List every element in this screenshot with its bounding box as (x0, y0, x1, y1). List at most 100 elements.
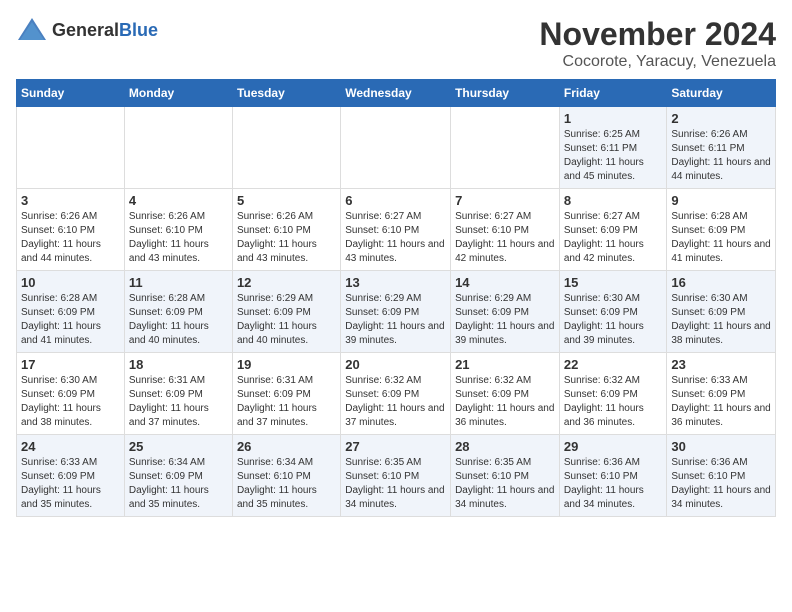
day-number: 16 (671, 275, 771, 290)
day-number: 24 (21, 439, 120, 454)
logo-general: General (52, 20, 119, 40)
day-content: Sunrise: 6:26 AM Sunset: 6:10 PM Dayligh… (237, 210, 336, 266)
calendar-cell (341, 107, 451, 189)
calendar-cell: 5Sunrise: 6:26 AM Sunset: 6:10 PM Daylig… (232, 189, 340, 271)
day-number: 23 (671, 357, 771, 372)
col-header-friday: Friday (559, 80, 667, 107)
day-content: Sunrise: 6:33 AM Sunset: 6:09 PM Dayligh… (671, 374, 771, 430)
day-content: Sunrise: 6:27 AM Sunset: 6:10 PM Dayligh… (345, 210, 446, 266)
calendar-cell: 6 Sunrise: 6:27 AM Sunset: 6:10 PM Daylig… (341, 189, 451, 271)
day-number: 18 (129, 357, 228, 372)
col-header-wednesday: Wednesday (341, 80, 451, 107)
day-number: 17 (21, 357, 120, 372)
day-content: Sunrise: 6:26 AM Sunset: 6:10 PM Dayligh… (21, 210, 120, 266)
calendar-cell: 3 Sunrise: 6:26 AM Sunset: 6:10 PM Daylig… (17, 189, 125, 271)
day-content: Sunrise: 6:29 AM Sunset: 6:09 PM Dayligh… (237, 292, 336, 348)
day-number: 12 (237, 275, 336, 290)
day-content: Sunrise: 6:36 AM Sunset: 6:10 PM Dayligh… (564, 456, 663, 512)
day-content: Sunrise: 6:34 AM Sunset: 6:09 PM Dayligh… (129, 456, 228, 512)
calendar-cell: 17Sunrise: 6:30 AM Sunset: 6:09 PM Dayli… (17, 353, 125, 435)
title-area: November 2024 Cocorote, Yaracuy, Venezue… (539, 16, 776, 71)
calendar-cell: 9 Sunrise: 6:28 AM Sunset: 6:09 PM Daylig… (667, 189, 776, 271)
day-content: Sunrise: 6:30 AM Sunset: 6:09 PM Dayligh… (564, 292, 663, 348)
calendar-cell: 14 Sunrise: 6:29 AM Sunset: 6:09 PM Dayli… (451, 271, 560, 353)
day-number: 9 (671, 193, 771, 208)
day-number: 20 (345, 357, 446, 372)
calendar-cell: 26Sunrise: 6:34 AM Sunset: 6:10 PM Dayli… (232, 435, 340, 517)
day-number: 11 (129, 275, 228, 290)
day-content: Sunrise: 6:27 AM Sunset: 6:10 PM Dayligh… (455, 210, 555, 266)
calendar-table: SundayMondayTuesdayWednesdayThursdayFrid… (16, 79, 776, 517)
calendar-cell: 23 Sunrise: 6:33 AM Sunset: 6:09 PM Dayli… (667, 353, 776, 435)
day-number: 29 (564, 439, 663, 454)
week-row-4: 24Sunrise: 6:33 AM Sunset: 6:09 PM Dayli… (17, 435, 776, 517)
logo-blue: Blue (119, 20, 158, 40)
day-number: 25 (129, 439, 228, 454)
calendar-cell: 20 Sunrise: 6:32 AM Sunset: 6:09 PM Dayli… (341, 353, 451, 435)
calendar-cell: 22Sunrise: 6:32 AM Sunset: 6:09 PM Dayli… (559, 353, 667, 435)
calendar-cell: 13 Sunrise: 6:29 AM Sunset: 6:09 PM Dayli… (341, 271, 451, 353)
day-number: 19 (237, 357, 336, 372)
day-number: 6 (345, 193, 446, 208)
col-header-tuesday: Tuesday (232, 80, 340, 107)
day-content: Sunrise: 6:35 AM Sunset: 6:10 PM Dayligh… (345, 456, 446, 512)
day-number: 30 (671, 439, 771, 454)
week-row-3: 17Sunrise: 6:30 AM Sunset: 6:09 PM Dayli… (17, 353, 776, 435)
calendar-cell: 16 Sunrise: 6:30 AM Sunset: 6:09 PM Dayli… (667, 271, 776, 353)
calendar-cell: 8 Sunrise: 6:27 AM Sunset: 6:09 PM Daylig… (559, 189, 667, 271)
subtitle: Cocorote, Yaracuy, Venezuela (539, 53, 776, 71)
day-number: 13 (345, 275, 446, 290)
day-number: 28 (455, 439, 555, 454)
day-content: Sunrise: 6:30 AM Sunset: 6:09 PM Dayligh… (671, 292, 771, 348)
col-header-thursday: Thursday (451, 80, 560, 107)
calendar-cell (17, 107, 125, 189)
calendar-cell: 11Sunrise: 6:28 AM Sunset: 6:09 PM Dayli… (124, 271, 232, 353)
day-content: Sunrise: 6:26 AM Sunset: 6:10 PM Dayligh… (129, 210, 228, 266)
day-content: Sunrise: 6:25 AM Sunset: 6:11 PM Dayligh… (564, 128, 663, 184)
calendar-cell: 1Sunrise: 6:25 AM Sunset: 6:11 PM Daylig… (559, 107, 667, 189)
day-content: Sunrise: 6:34 AM Sunset: 6:10 PM Dayligh… (237, 456, 336, 512)
day-content: Sunrise: 6:29 AM Sunset: 6:09 PM Dayligh… (345, 292, 446, 348)
calendar-cell: 25 Sunrise: 6:34 AM Sunset: 6:09 PM Dayli… (124, 435, 232, 517)
calendar-cell (232, 107, 340, 189)
calendar-cell: 19 Sunrise: 6:31 AM Sunset: 6:09 PM Dayli… (232, 353, 340, 435)
calendar-cell: 29 Sunrise: 6:36 AM Sunset: 6:10 PM Dayli… (559, 435, 667, 517)
week-row-1: 3 Sunrise: 6:26 AM Sunset: 6:10 PM Daylig… (17, 189, 776, 271)
day-content: Sunrise: 6:32 AM Sunset: 6:09 PM Dayligh… (455, 374, 555, 430)
calendar-cell: 4 Sunrise: 6:26 AM Sunset: 6:10 PM Daylig… (124, 189, 232, 271)
calendar-cell: 10Sunrise: 6:28 AM Sunset: 6:09 PM Dayli… (17, 271, 125, 353)
day-content: Sunrise: 6:36 AM Sunset: 6:10 PM Dayligh… (671, 456, 771, 512)
day-number: 8 (564, 193, 663, 208)
calendar-cell: 30 Sunrise: 6:36 AM Sunset: 6:10 PM Dayli… (667, 435, 776, 517)
day-content: Sunrise: 6:32 AM Sunset: 6:09 PM Dayligh… (345, 374, 446, 430)
day-content: Sunrise: 6:35 AM Sunset: 6:10 PM Dayligh… (455, 456, 555, 512)
calendar-cell: 24Sunrise: 6:33 AM Sunset: 6:09 PM Dayli… (17, 435, 125, 517)
calendar-cell: 27 Sunrise: 6:35 AM Sunset: 6:10 PM Dayli… (341, 435, 451, 517)
day-number: 4 (129, 193, 228, 208)
col-header-sunday: Sunday (17, 80, 125, 107)
day-content: Sunrise: 6:27 AM Sunset: 6:09 PM Dayligh… (564, 210, 663, 266)
col-header-monday: Monday (124, 80, 232, 107)
day-content: Sunrise: 6:29 AM Sunset: 6:09 PM Dayligh… (455, 292, 555, 348)
calendar-cell: 12 Sunrise: 6:29 AM Sunset: 6:09 PM Dayli… (232, 271, 340, 353)
day-content: Sunrise: 6:28 AM Sunset: 6:09 PM Dayligh… (671, 210, 771, 266)
week-row-2: 10Sunrise: 6:28 AM Sunset: 6:09 PM Dayli… (17, 271, 776, 353)
day-content: Sunrise: 6:31 AM Sunset: 6:09 PM Dayligh… (237, 374, 336, 430)
logo-icon (16, 16, 48, 44)
header: GeneralBlue November 2024 Cocorote, Yara… (16, 16, 776, 71)
day-number: 21 (455, 357, 555, 372)
day-number: 3 (21, 193, 120, 208)
day-number: 14 (455, 275, 555, 290)
calendar-cell: 2Sunrise: 6:26 AM Sunset: 6:11 PM Daylig… (667, 107, 776, 189)
day-number: 27 (345, 439, 446, 454)
logo: GeneralBlue (16, 16, 158, 44)
main-title: November 2024 (539, 16, 776, 53)
calendar-cell (451, 107, 560, 189)
day-number: 15 (564, 275, 663, 290)
day-number: 22 (564, 357, 663, 372)
day-number: 10 (21, 275, 120, 290)
calendar-cell: 28 Sunrise: 6:35 AM Sunset: 6:10 PM Dayli… (451, 435, 560, 517)
week-row-0: 1Sunrise: 6:25 AM Sunset: 6:11 PM Daylig… (17, 107, 776, 189)
day-number: 2 (671, 111, 771, 126)
col-header-saturday: Saturday (667, 80, 776, 107)
